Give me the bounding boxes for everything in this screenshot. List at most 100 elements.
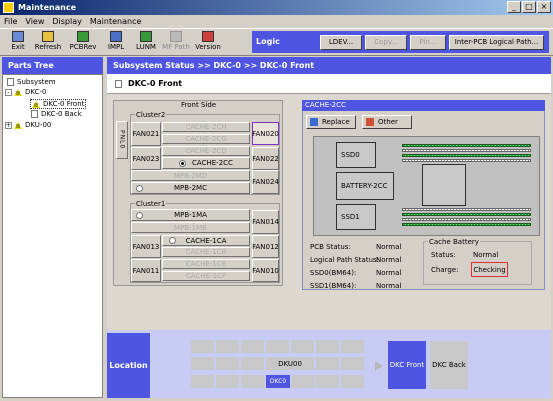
controller-chip [422, 164, 466, 206]
menu-file[interactable]: File [4, 17, 17, 26]
ssd0-status-label: SSD0(BM64): [310, 269, 357, 277]
ssd0-block[interactable]: SSD0 [336, 142, 376, 168]
expand-icon[interactable]: + [5, 121, 12, 129]
pcb-status-label: PCB Status: [310, 243, 351, 251]
ssd1-block[interactable]: SSD1 [336, 204, 376, 230]
pnl0-slot[interactable]: PNL0 [116, 121, 128, 159]
mpb-1ma-slot[interactable]: MPB-1MA [131, 209, 250, 221]
fan023-slot[interactable]: FAN023 [131, 147, 161, 170]
minimize-button[interactable]: _ [507, 1, 521, 13]
menu-display[interactable]: Display [52, 17, 82, 26]
dkc-back-button[interactable]: DKC Back [430, 341, 468, 389]
cluster1-label: Cluster1 [135, 200, 167, 208]
tree-item-dku-00[interactable]: + DKU-00 [5, 121, 51, 129]
location-cell[interactable] [266, 340, 289, 353]
menu-bar: File View Display Maintenance [0, 15, 553, 28]
refresh-button[interactable]: Refresh [33, 31, 63, 55]
location-cell[interactable] [216, 340, 239, 353]
ldev-button[interactable]: LDEV... [320, 35, 362, 50]
location-cell[interactable] [191, 357, 214, 370]
location-cell[interactable] [191, 375, 214, 388]
dkc0-cell[interactable]: DKC0 [266, 375, 290, 388]
mpb-2mc-label: MPB-2MC [174, 184, 207, 192]
fan011-slot[interactable]: FAN011 [131, 259, 161, 282]
collapse-icon[interactable]: - [5, 88, 12, 96]
menu-view[interactable]: View [25, 17, 44, 26]
tree-item-subsystem[interactable]: Subsystem [7, 78, 56, 86]
impl-button[interactable]: IMPL [101, 31, 131, 55]
location-cell[interactable] [191, 340, 214, 353]
copy-button[interactable]: Copy... [365, 35, 407, 50]
location-cell[interactable] [216, 357, 239, 370]
parts-tree-header: Parts Tree [2, 57, 103, 74]
dimm-slot [402, 223, 531, 226]
location-cell[interactable] [341, 375, 364, 388]
location-cell[interactable] [316, 340, 339, 353]
cache-2cg-slot[interactable]: CACHE-2CG [162, 134, 250, 144]
mpb-2mc-slot[interactable]: MPB-2MC [131, 182, 250, 194]
pin-button[interactable]: Pin... [410, 35, 446, 50]
cache-1ce-slot[interactable]: CACHE-1CE [162, 259, 250, 269]
tree-item-dkc-0-front[interactable]: DKC-0 Front [30, 99, 87, 109]
cache-2ch-slot[interactable]: CACHE-2CH [162, 122, 250, 132]
battery-charge-value: Checking [471, 262, 508, 277]
fan020-slot[interactable]: FAN020 [252, 122, 279, 145]
mpb-1ma-radio[interactable] [136, 211, 143, 219]
page-title: DKC-0 Front [128, 79, 183, 88]
tree-item-dkc-0-back[interactable]: DKC-0 Back [31, 110, 82, 118]
dkc-front-button[interactable]: DKC Front [388, 341, 426, 389]
ssd1-status-value: Normal [376, 282, 402, 290]
location-cell[interactable] [341, 340, 364, 353]
cache-2cd-slot[interactable]: CACHE-2CD [162, 146, 250, 156]
inter-pcb-logical-path-button[interactable]: Inter-PCB Logical Path... [449, 35, 544, 50]
dku00-cell[interactable]: DKU00 [266, 357, 314, 370]
location-cell[interactable] [241, 375, 264, 388]
maximize-button[interactable]: □ [522, 1, 536, 13]
ssd1-status-label: SSD1(BM64): [310, 282, 357, 290]
location-cell[interactable] [341, 357, 364, 370]
version-button[interactable]: Version [193, 31, 223, 55]
location-cell[interactable] [216, 375, 239, 388]
other-label: Other [378, 118, 398, 126]
mpb-2md-slot[interactable]: MPB-2MD [131, 170, 250, 181]
location-cell[interactable] [316, 357, 339, 370]
cache-2cc-radio[interactable] [179, 159, 187, 167]
impl-icon [110, 31, 122, 42]
other-button[interactable]: Other [362, 115, 412, 129]
lunm-label: LUNM [136, 43, 156, 51]
cache-1cf-slot[interactable]: CACHE-1CF [162, 271, 250, 281]
location-cell[interactable] [291, 340, 314, 353]
fan014-slot[interactable]: FAN014 [252, 210, 279, 234]
pcbrev-icon [77, 31, 89, 42]
location-cell[interactable] [241, 340, 264, 353]
tree-label: DKC-0 Back [41, 110, 82, 118]
lunm-button[interactable]: LUNM [131, 31, 161, 55]
fan013-slot[interactable]: FAN013 [131, 235, 161, 258]
exit-button[interactable]: Exit [3, 31, 33, 55]
cache-1ca-slot[interactable]: CACHE-1CA [162, 235, 250, 246]
mpb-1mb-slot[interactable]: MPB-1MB [131, 222, 250, 233]
pcbrev-button[interactable]: PCBRev [68, 31, 98, 55]
fan022-slot[interactable]: FAN022 [252, 147, 279, 170]
replace-button[interactable]: Replace [306, 115, 356, 129]
tree-label: Subsystem [17, 78, 56, 86]
cache-1cb-slot[interactable]: CACHE-1CB [162, 247, 250, 257]
page-icon [115, 79, 122, 88]
cache-1ca-radio[interactable] [169, 237, 176, 244]
tree-label: DKU-00 [25, 121, 52, 129]
fan010-slot[interactable]: FAN010 [252, 259, 279, 282]
close-button[interactable]: × [537, 1, 551, 13]
location-cell[interactable] [316, 375, 339, 388]
mf-path-button[interactable]: MF Path [161, 31, 191, 55]
fan021-slot[interactable]: FAN021 [131, 122, 161, 146]
mpb-2mc-radio[interactable] [136, 184, 143, 192]
tree-item-dkc-0[interactable]: - DKC-0 [5, 88, 46, 96]
cache-2cc-slot[interactable]: CACHE-2CC [162, 157, 250, 169]
location-cell[interactable] [292, 375, 315, 388]
fan024-slot[interactable]: FAN024 [252, 170, 279, 194]
menu-maintenance[interactable]: Maintenance [90, 17, 142, 26]
fan012-slot[interactable]: FAN012 [252, 235, 279, 258]
battery-block[interactable]: BATTERY-2CC [336, 172, 394, 200]
logical-path-status-value: Normal [376, 256, 402, 264]
location-cell[interactable] [241, 357, 264, 370]
